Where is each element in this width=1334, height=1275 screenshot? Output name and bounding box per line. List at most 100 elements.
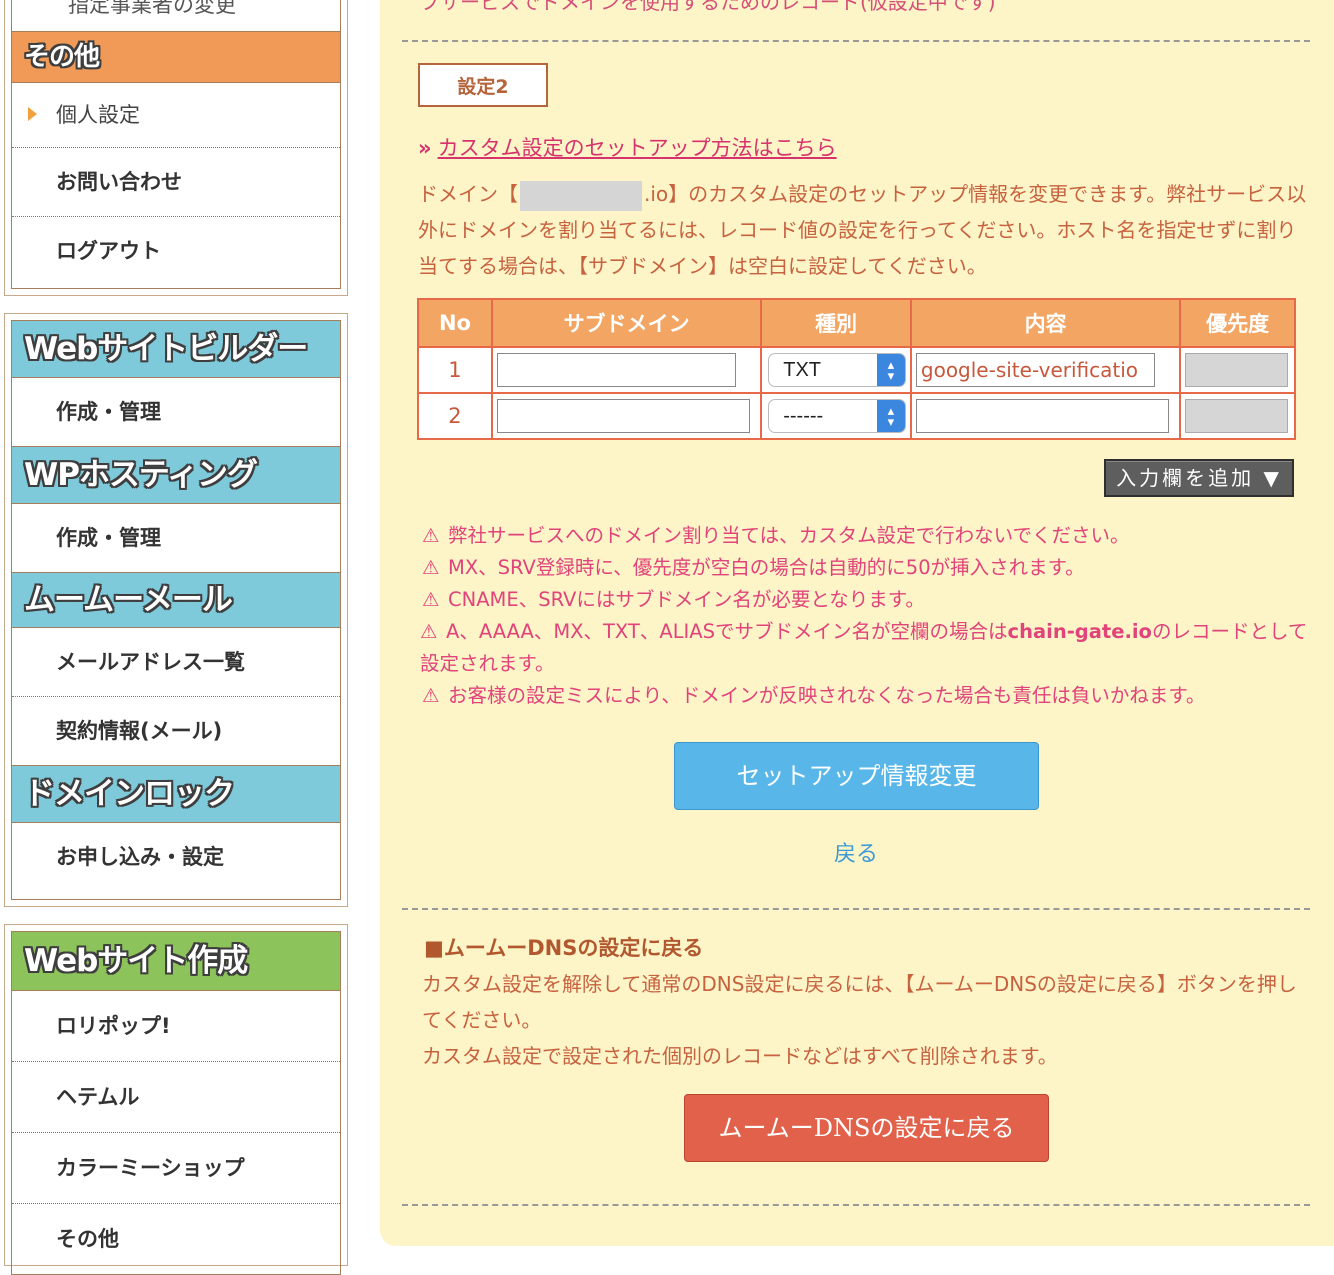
revert-dns-button[interactable]: ムームーDNSの設定に戻る [684, 1094, 1049, 1162]
cut-off-text: ブサービスでドメインを使用するためのレコード(仮設定中です) [420, 0, 996, 14]
warning-item: ⚠ MX、SRV登録時に、優先度が空白の場合は自動的に50が挿入されます。 [422, 552, 1312, 584]
sidebar-item-heteml[interactable]: ヘテムル [12, 1062, 340, 1133]
priority-cell [1179, 346, 1296, 394]
setup-description: ドメイン【 .io】のカスタム設定のセットアップ情報を変更できます。弊社サービス以… [418, 176, 1308, 284]
section-header-other: その他 [12, 31, 340, 83]
content-input[interactable] [915, 399, 1170, 433]
desc-text-1: ドメイン【 [418, 182, 518, 206]
row-no: 1 [417, 346, 493, 394]
add-row-button-label: 入力欄を追加 [1116, 466, 1255, 490]
setup-guide-link[interactable]: » カスタム設定のセットアップ方法はこちら [418, 132, 837, 162]
sidebar-item-label: 作成・管理 [56, 526, 161, 550]
redacted-domain [520, 180, 642, 211]
warning-text: MX、SRV登録時に、優先度が空白の場合は自動的に50が挿入されます。 [448, 556, 1085, 579]
section-header-website-create: Webサイト作成 [12, 932, 340, 991]
sidebar-item-contact[interactable]: お問い合わせ [12, 148, 340, 217]
sidebar-item-domain-lock-apply[interactable]: お申し込み・設定 [12, 823, 340, 891]
section-header-wp-hosting: WPホスティング [12, 447, 340, 504]
sidebar-item-label: お問い合わせ [56, 170, 182, 194]
warning-item: ⚠ CNAME、SRVにはサブドメイン名が必要となります。 [422, 584, 1312, 616]
triangle-down-icon: ▼ [1263, 466, 1282, 490]
double-chevron-right-icon: » [418, 136, 432, 160]
priority-input[interactable] [1185, 353, 1288, 387]
subdomain-cell [490, 346, 763, 394]
table-row: 1 TXT ▴ ▾ google-site-verificatio [417, 346, 1296, 394]
col-header-content: 内容 [909, 298, 1182, 348]
warning-text: CNAME、SRVにはサブドメイン名が必要となります。 [448, 588, 925, 611]
sidebar-item-label: ヘテムル [56, 1085, 140, 1109]
subdomain-input[interactable] [496, 399, 751, 433]
priority-cell [1179, 392, 1296, 440]
divider [402, 1204, 1310, 1206]
type-select-value: ------ [783, 405, 824, 427]
sidebar-item-personal-settings[interactable]: 個人設定 [12, 83, 340, 148]
sidebar-box-services: Webサイトビルダー 作成・管理 WPホスティング 作成・管理 ムームーメール … [4, 313, 348, 907]
add-row-button[interactable]: 入力欄を追加 ▼ [1104, 459, 1294, 497]
sidebar-item-label: ロリポップ! [56, 1014, 171, 1038]
update-setup-button[interactable]: セットアップ情報変更 [674, 742, 1039, 810]
sidebar-item-label: メールアドレス一覧 [56, 650, 245, 674]
subdomain-cell [490, 392, 763, 440]
section-header-domain-lock: ドメインロック [12, 766, 340, 823]
type-cell: TXT ▴ ▾ [760, 346, 912, 394]
content-cell: google-site-verificatio [909, 346, 1182, 394]
sidebar-item-mail-list[interactable]: メールアドレス一覧 [12, 628, 340, 697]
sidebar-item-label: 個人設定 [56, 103, 140, 127]
subdomain-input[interactable] [496, 353, 737, 387]
warning-item: ⚠ A、AAAA、MX、TXT、ALIASでサブドメイン名が空欄の場合はchain… [420, 616, 1310, 680]
type-cell: ------ ▴ ▾ [760, 392, 912, 440]
warning-item: ⚠ 弊社サービスへのドメイン割り当ては、カスタム設定で行わないでください。 [422, 520, 1312, 552]
sidebar-item-lolipop[interactable]: ロリポップ! [12, 991, 340, 1062]
warning-text: お客様の設定ミスにより、ドメインが反映されなくなった場合も責任は負いかねます。 [448, 684, 1206, 707]
sidebar-item-logout[interactable]: ログアウト [12, 217, 340, 285]
content-input[interactable]: google-site-verificatio [915, 353, 1156, 387]
dns-record-table: No サブドメイン 種別 内容 優先度 1 TXT ▴ ▾ google-site-… [417, 298, 1296, 440]
arrow-right-icon [28, 107, 37, 121]
sidebar-item-web-other[interactable]: その他 [12, 1204, 340, 1274]
select-arrows-icon: ▴ ▾ [876, 400, 905, 432]
section-header-site-builder: Webサイトビルダー [12, 321, 340, 378]
sidebar-box-website: Webサイト作成 ロリポップ! ヘテムル カラーミーショップ その他 [4, 924, 348, 1275]
sidebar-item-label: お申し込み・設定 [56, 845, 224, 869]
warning-icon: ⚠ [422, 684, 440, 707]
table-row: 2 ------ ▴ ▾ [417, 392, 1296, 440]
content-cell [909, 392, 1182, 440]
type-select[interactable]: ------ ▴ ▾ [768, 399, 906, 433]
sidebar-item-builder-manage[interactable]: 作成・管理 [12, 378, 340, 447]
sidebar-item-label: 契約情報(メール) [56, 719, 223, 743]
dns-revert-desc-1: カスタム設定を解除して通常のDNS設定に戻るには、【ムームーDNSの設定に戻る】… [422, 972, 1297, 1032]
type-select-value: TXT [783, 359, 822, 381]
warning-icon: ⚠ [422, 556, 440, 579]
priority-input[interactable] [1185, 399, 1288, 433]
warning-icon: ⚠ [422, 588, 440, 611]
col-header-type: 種別 [760, 298, 912, 348]
setup-guide-link-text: カスタム設定のセットアップ方法はこちら [437, 136, 837, 160]
dns-revert-desc-2: カスタム設定で設定された個別のレコードなどはすべて削除されます。 [422, 1044, 1058, 1068]
divider [402, 908, 1310, 910]
col-header-no: No [417, 298, 493, 348]
sidebar-box-other: 指定事業者の変更 その他 個人設定 お問い合わせ ログアウト [4, 0, 348, 296]
divider [402, 40, 1310, 42]
sidebar-item-label: 指定事業者の変更 [68, 0, 236, 17]
setting-tag: 設定2 [418, 63, 548, 107]
dns-revert-heading: ■ムームーDNSの設定に戻る [424, 936, 704, 960]
sidebar-item-label: 作成・管理 [56, 400, 161, 424]
section-header-muumuu-mail: ムームーメール [12, 573, 340, 628]
sidebar-item-colorme[interactable]: カラーミーショップ [12, 1133, 340, 1204]
col-header-priority: 優先度 [1179, 298, 1296, 348]
sidebar-item-mail-contract[interactable]: 契約情報(メール) [12, 697, 340, 766]
sidebar-item-wp-manage[interactable]: 作成・管理 [12, 504, 340, 573]
table-header-row: No サブドメイン 種別 内容 優先度 [417, 298, 1296, 348]
back-link[interactable]: 戻る [834, 836, 878, 868]
desc-domain-suffix: .io】 [644, 182, 689, 206]
sidebar-item-change-registrar[interactable]: 指定事業者の変更 [12, 0, 340, 31]
sidebar-item-label: その他 [56, 1227, 119, 1251]
warning-text: 弊社サービスへのドメイン割り当ては、カスタム設定で行わないでください。 [448, 524, 1130, 547]
select-arrows-icon: ▴ ▾ [876, 354, 905, 386]
warning-item: ⚠ お客様の設定ミスにより、ドメインが反映されなくなった場合も責任は負いかねます。 [422, 680, 1312, 712]
warning-icon: ⚠ [422, 524, 440, 547]
col-header-subdomain: サブドメイン [490, 298, 763, 348]
type-select[interactable]: TXT ▴ ▾ [768, 353, 906, 387]
sidebar-item-label: ログアウト [56, 239, 161, 263]
sidebar-item-label: カラーミーショップ [56, 1156, 245, 1180]
